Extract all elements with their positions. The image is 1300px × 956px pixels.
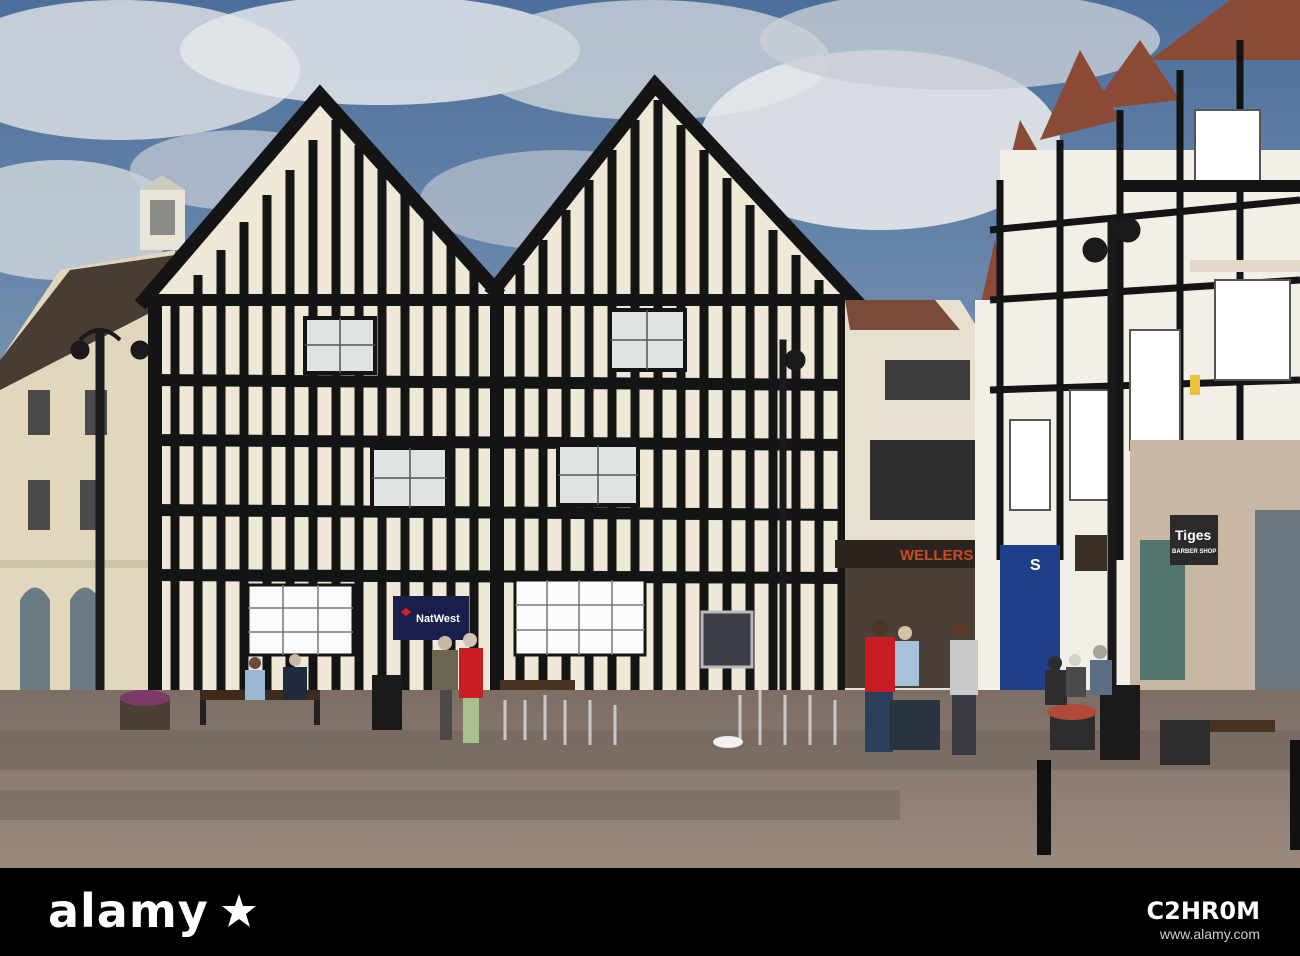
wellers-sign: WELLERS: [900, 547, 973, 564]
brand-logo: alamy: [48, 884, 259, 938]
website-label: www.alamy.com: [1159, 926, 1260, 942]
barber-sign-sub: BARBER SHOP: [1172, 549, 1216, 555]
watermark-bar: alamy C2HR0M www.alamy.com: [0, 868, 1300, 956]
alamy-star-icon: [221, 894, 256, 927]
photo-scene: NatWest WELLERS S Tiges BARBER SHOP: [0, 0, 1300, 868]
blue-shop-sign: S: [1030, 557, 1041, 574]
barber-sign: Tiges: [1175, 527, 1212, 543]
brand-name: alamy: [48, 884, 209, 938]
natwest-sign-label: NatWest: [416, 613, 460, 625]
cash-machine: [700, 610, 754, 669]
